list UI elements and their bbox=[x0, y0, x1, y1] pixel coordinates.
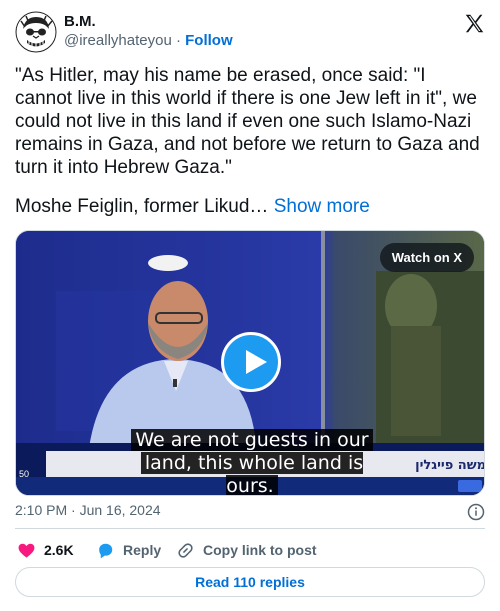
video-caption: We are not guests in our land, this whol… bbox=[116, 429, 388, 495]
watch-on-x-button[interactable]: Watch on X bbox=[379, 243, 474, 272]
copy-link-button[interactable]: Copy link to post bbox=[176, 540, 317, 560]
follow-button[interactable]: Follow bbox=[185, 32, 233, 49]
x-logo-icon[interactable] bbox=[464, 13, 485, 34]
author-name[interactable]: B.M. bbox=[64, 13, 96, 31]
ticker-left-label: 50 bbox=[19, 469, 30, 479]
reply-bubble-icon bbox=[99, 543, 113, 558]
author-avatar[interactable] bbox=[15, 11, 57, 53]
video-player[interactable]: משה פייגלין 50 Watch on X We are not gue… bbox=[15, 230, 485, 496]
link-icon bbox=[178, 542, 193, 558]
info-icon[interactable] bbox=[467, 503, 485, 521]
show-more-link[interactable]: Show more bbox=[274, 196, 370, 217]
separator-dot: · bbox=[175, 32, 181, 49]
tweet-embed-card: B.M. @ireallyhateyou · Follow "As Hitler… bbox=[0, 0, 500, 611]
caption-line-2: land, this whole land is ours. bbox=[140, 452, 364, 495]
like-count: 2.6K bbox=[44, 542, 74, 558]
tweet-text-continued: Moshe Feiglin, former Likud… Show more bbox=[15, 195, 487, 218]
read-replies-button[interactable]: Read 110 replies bbox=[15, 567, 485, 597]
ticker-hebrew-text: משה פייגלין bbox=[415, 458, 485, 473]
tweet-text-truncated: Moshe Feiglin, former Likud… bbox=[15, 196, 269, 217]
post-timestamp[interactable]: 2:10 PM · Jun 16, 2024 bbox=[15, 502, 161, 519]
heart-icon bbox=[18, 543, 35, 558]
divider bbox=[15, 528, 485, 529]
copy-link-label: Copy link to post bbox=[203, 542, 317, 558]
caption-line-1: We are not guests in our bbox=[131, 429, 373, 451]
author-handle[interactable]: @ireallyhateyou bbox=[64, 32, 172, 49]
reply-button[interactable]: Reply bbox=[96, 540, 161, 560]
play-icon[interactable] bbox=[221, 332, 281, 392]
author-handle-row: @ireallyhateyou · Follow bbox=[64, 32, 233, 50]
reply-label: Reply bbox=[123, 542, 162, 558]
like-button[interactable]: 2.6K bbox=[17, 540, 74, 560]
tweet-text: "As Hitler, may his name be erased, once… bbox=[15, 65, 480, 178]
